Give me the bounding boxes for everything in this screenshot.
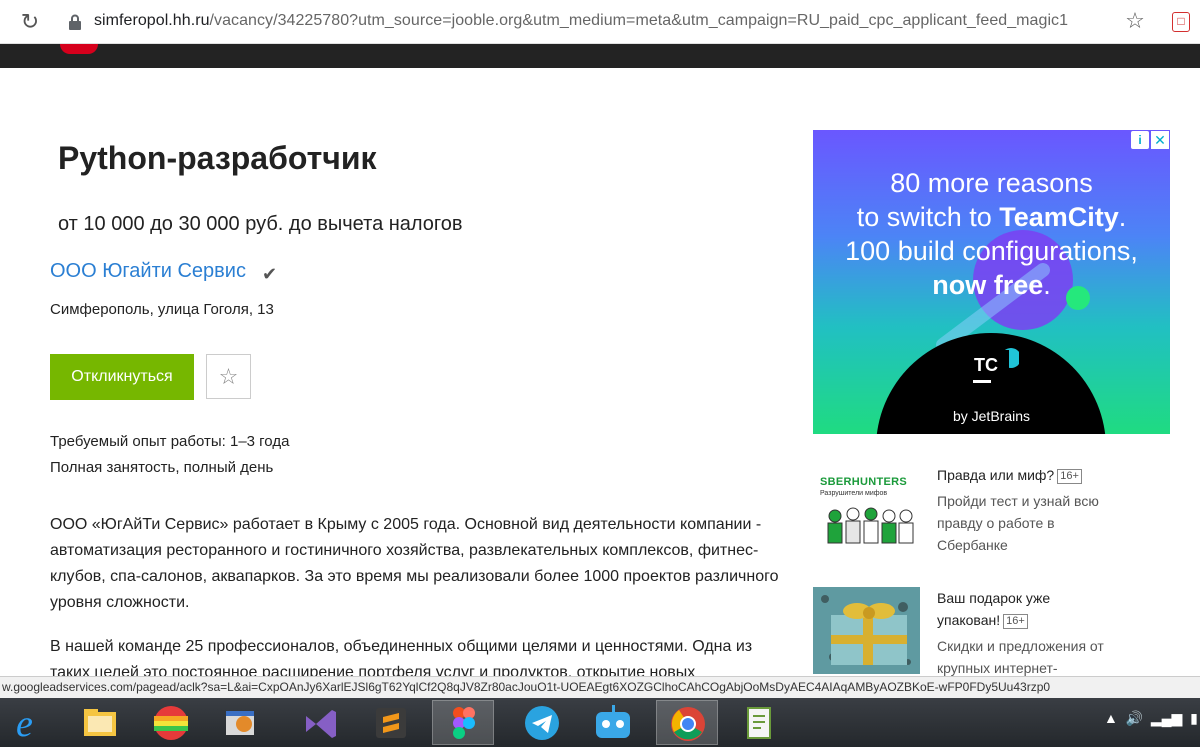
ad-line-2: to switch to TeamCity. [856, 202, 1127, 232]
ad-line-3: 100 build configurations, [845, 236, 1138, 266]
status-bar-link: w.googleadservices.com/pagead/aclk?sa=L&… [0, 676, 1200, 698]
promo-2-title[interactable]: Ваш подарок уже упакован! 16+ [937, 587, 1107, 631]
svg-text:e: e [16, 703, 33, 745]
company-link[interactable]: ООО Югайти Сервис [50, 260, 246, 283]
notepad-plus-icon[interactable] [728, 700, 790, 745]
employment-text: Полная занятость, полный день [50, 459, 274, 476]
gift-illustration [813, 587, 920, 674]
lock-icon[interactable] [68, 14, 82, 30]
promo-2-desc[interactable]: Скидки и предложения от крупных интернет… [937, 635, 1107, 679]
sberhunters-image[interactable]: SBERHUNTERS Разрушители мифов [813, 470, 920, 557]
bot-app-icon[interactable] [582, 700, 644, 745]
reload-icon[interactable]: ↻ [18, 10, 42, 34]
favorite-star-icon[interactable]: ☆ [206, 354, 251, 399]
ad-line-1: 80 more reasons [890, 168, 1093, 198]
apply-button[interactable]: Откликнуться [50, 354, 194, 400]
vacancy-address: Симферополь, улица Гоголя, 13 [50, 301, 274, 318]
telegram-icon[interactable] [512, 700, 574, 745]
site-header [0, 44, 1200, 68]
promo-1-title[interactable]: Правда или миф? 16+ [937, 464, 1082, 486]
chrome-icon[interactable] [656, 700, 718, 745]
description-paragraph-1: ООО «ЮгАйТи Сервис» работает в Крыму с 2… [50, 516, 779, 611]
system-tray[interactable]: ▲ 🔊 ▂▄▆ ▮ [1104, 710, 1198, 727]
internet-explorer-icon[interactable]: e [2, 700, 64, 745]
teamcity-ad-banner[interactable]: 80 more reasons to switch to TeamCity. 1… [813, 130, 1170, 434]
age-badge: 16+ [1057, 469, 1082, 484]
settings-app-icon[interactable] [210, 700, 272, 745]
file-explorer-icon[interactable] [70, 700, 132, 745]
ad-line-4: now free. [932, 270, 1051, 300]
vacancy-title: Python-разработчик [58, 140, 377, 176]
ad-info-icon[interactable]: i [1131, 131, 1149, 149]
url-path: /vacancy/34225780?utm_source=jooble.org&… [209, 12, 1069, 29]
site-logo[interactable] [60, 44, 98, 54]
address-bar: ↻ simferopol.hh.ru/vacancy/34225780?utm_… [0, 0, 1200, 44]
visual-studio-icon[interactable] [290, 700, 352, 745]
extension-icon[interactable]: □ [1172, 12, 1190, 32]
promo-1-desc[interactable]: Пройди тест и узнай всю правду о работе … [937, 490, 1107, 556]
tc-letters: TC [974, 355, 998, 375]
url-host: simferopol.hh.ru [94, 12, 210, 29]
gift-image[interactable] [813, 587, 920, 674]
colorful-app-icon[interactable] [140, 700, 202, 745]
experience-text: Требуемый опыт работы: 1–3 года [50, 433, 290, 450]
teamcity-logo-icon: TC [969, 348, 1019, 390]
figma-icon[interactable] [432, 700, 494, 745]
age-badge: 16+ [1003, 614, 1028, 629]
ad-headline: 80 more reasons to switch to TeamCity. 1… [813, 166, 1170, 302]
url-field[interactable]: simferopol.hh.ru/vacancy/34225780?utm_so… [94, 12, 1068, 30]
taskbar: e [0, 698, 1200, 747]
sublime-text-icon[interactable] [362, 700, 424, 745]
bookmark-star-icon[interactable]: ☆ [1123, 9, 1147, 33]
vacancy-salary: от 10 000 до 30 000 руб. до вычета налог… [58, 213, 463, 235]
sberhunters-illustration [827, 507, 914, 544]
ad-by-jetbrains: by JetBrains [952, 408, 1031, 424]
ad-close-icon[interactable]: ✕ [1151, 131, 1169, 149]
verified-check-icon: ✔ [262, 264, 278, 284]
